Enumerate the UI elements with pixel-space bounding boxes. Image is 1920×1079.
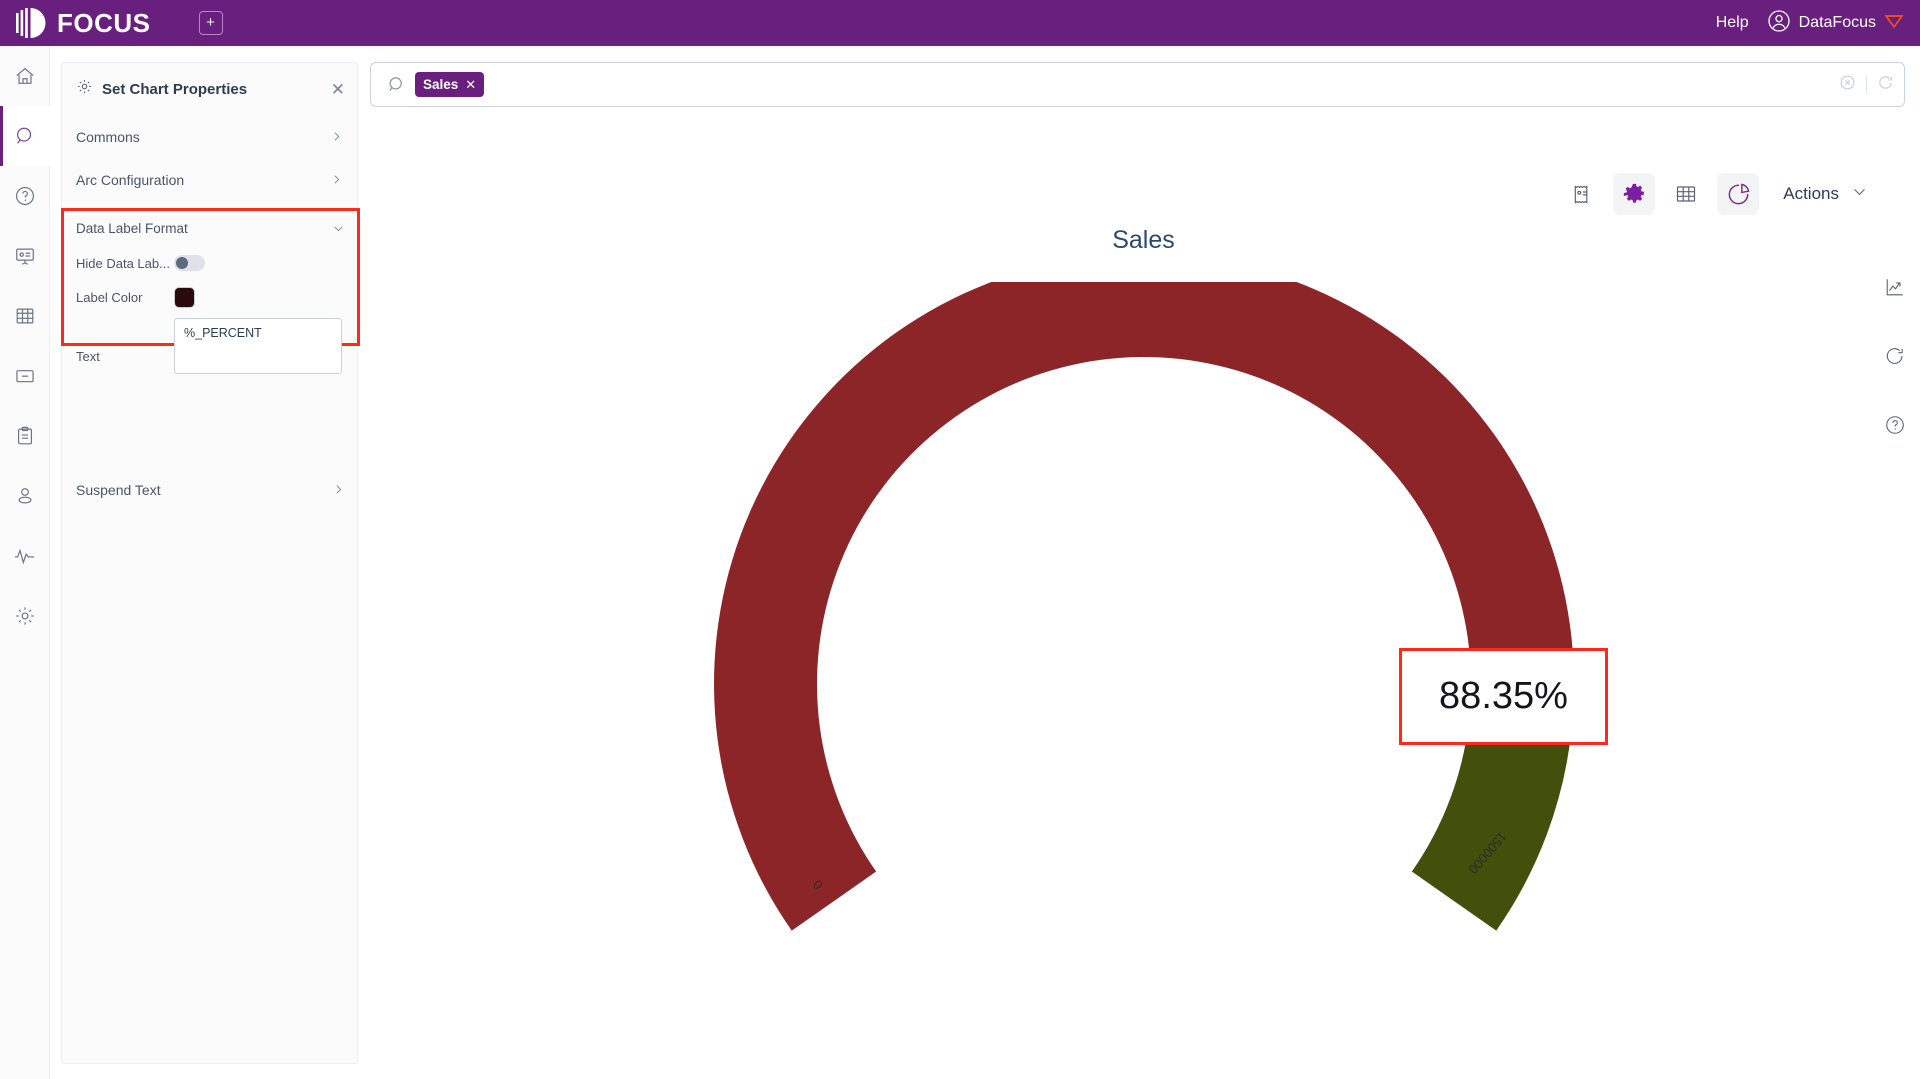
diamond-badge-icon <box>1884 12 1904 35</box>
section-commons[interactable]: Commons <box>62 115 357 158</box>
text-row: Text <box>64 314 357 374</box>
clipboard-icon <box>14 425 36 447</box>
clear-circle-icon[interactable] <box>1839 74 1856 96</box>
panel-title: Set Chart Properties <box>102 80 248 98</box>
section-arc-configuration[interactable]: Arc Configuration <box>62 158 357 201</box>
sidebar-item-folder[interactable] <box>0 346 50 406</box>
brand-logo-group[interactable]: FOCUS <box>16 8 151 39</box>
sidebar-item-search[interactable] <box>0 106 50 166</box>
brand-name: FOCUS <box>57 7 151 38</box>
sidebar-item-help[interactable] <box>0 166 50 226</box>
divider <box>1866 75 1867 94</box>
actions-button[interactable]: Actions <box>1783 183 1868 205</box>
reset-refresh-icon[interactable] <box>1884 345 1906 372</box>
search-icon <box>14 125 36 147</box>
left-icon-rail <box>0 46 50 1079</box>
data-label-text-input[interactable] <box>174 318 342 374</box>
refresh-icon[interactable] <box>1877 74 1894 96</box>
add-tab-icon[interactable]: + <box>198 11 223 35</box>
data-label-format-header[interactable]: Data Label Format <box>64 211 357 246</box>
panel-header: Set Chart Properties ✕ <box>62 63 357 115</box>
search-bar[interactable]: Sales ✕ <box>370 62 1905 107</box>
chevron-down-icon <box>1851 183 1868 205</box>
close-icon[interactable]: ✕ <box>465 77 476 93</box>
section-label: Data Label Format <box>76 221 188 236</box>
section-label: Arc Configuration <box>76 171 185 188</box>
section-label: Commons <box>76 128 140 145</box>
user-circle-icon <box>1767 9 1791 38</box>
actions-label: Actions <box>1783 184 1839 203</box>
sidebar-item-clipboard[interactable] <box>0 406 50 466</box>
sidebar-item-settings[interactable] <box>0 586 50 646</box>
table-grid-icon <box>14 305 36 327</box>
chart-properties-panel: Set Chart Properties ✕ Commons Arc Confi… <box>61 62 360 1064</box>
chip-label: Sales <box>423 77 459 92</box>
receipt-icon[interactable] <box>1561 173 1603 215</box>
chart-title: Sales <box>1112 226 1175 254</box>
pie-chart-icon[interactable] <box>1717 173 1760 215</box>
user-name: DataFocus <box>1798 14 1876 31</box>
chart-toolbar: Actions <box>1561 173 1868 215</box>
sidebar-item-activity[interactable] <box>0 526 50 586</box>
hide-data-label-row: Hide Data Lab... <box>64 246 357 280</box>
table-grid-icon[interactable] <box>1665 173 1707 215</box>
hide-data-label-label: Hide Data Lab... <box>76 255 170 271</box>
help-link[interactable]: Help <box>1716 14 1749 32</box>
gauge-center-label: 88.35% <box>1439 675 1568 717</box>
sidebar-item-table[interactable] <box>0 286 50 346</box>
top-bar: FOCUS + Help DataFocus <box>0 0 1920 46</box>
pulse-icon <box>13 545 37 567</box>
close-icon[interactable]: ✕ <box>331 81 345 98</box>
section-data-label-format: Data Label Format Hide Data Lab... Label… <box>61 208 360 374</box>
presentation-icon <box>14 245 36 267</box>
folder-icon <box>14 365 36 387</box>
sidebar-item-home[interactable] <box>0 46 50 106</box>
user-icon <box>14 485 36 507</box>
section-label: Suspend Text <box>76 481 161 498</box>
trend-chart-icon[interactable] <box>1884 276 1906 303</box>
label-color-label: Label Color <box>76 289 143 305</box>
chevron-down-icon <box>332 222 345 235</box>
label-color-swatch[interactable] <box>174 286 195 308</box>
section-suspend-text[interactable]: Suspend Text <box>62 468 359 511</box>
help-circle-icon[interactable] <box>1884 414 1906 441</box>
label-color-row: Label Color <box>64 280 357 314</box>
chevron-right-icon <box>330 173 343 186</box>
text-label: Text <box>76 349 100 364</box>
gauge-segment-remainder <box>1411 717 1572 931</box>
help-circle-icon <box>14 185 36 207</box>
chevron-right-icon <box>332 483 345 496</box>
gear-icon[interactable] <box>1613 173 1656 215</box>
focus-logo-icon <box>16 8 50 38</box>
search-chip-sales[interactable]: Sales ✕ <box>415 72 485 97</box>
user-menu[interactable]: DataFocus <box>1767 9 1904 38</box>
settings-gear-icon <box>14 605 36 627</box>
gear-icon <box>76 78 93 100</box>
side-tools <box>1884 276 1906 441</box>
chevron-right-icon <box>330 130 343 143</box>
gauge-center-label-box: 88.35% <box>1399 648 1608 745</box>
hide-data-label-toggle[interactable] <box>174 255 205 271</box>
sidebar-item-user[interactable] <box>0 466 50 526</box>
sidebar-item-presentation[interactable] <box>0 226 50 286</box>
home-icon <box>14 65 36 87</box>
main-content: Sales ✕ Actions Sales 0 1500000 88.35% <box>367 46 1920 1079</box>
search-icon <box>381 75 411 94</box>
